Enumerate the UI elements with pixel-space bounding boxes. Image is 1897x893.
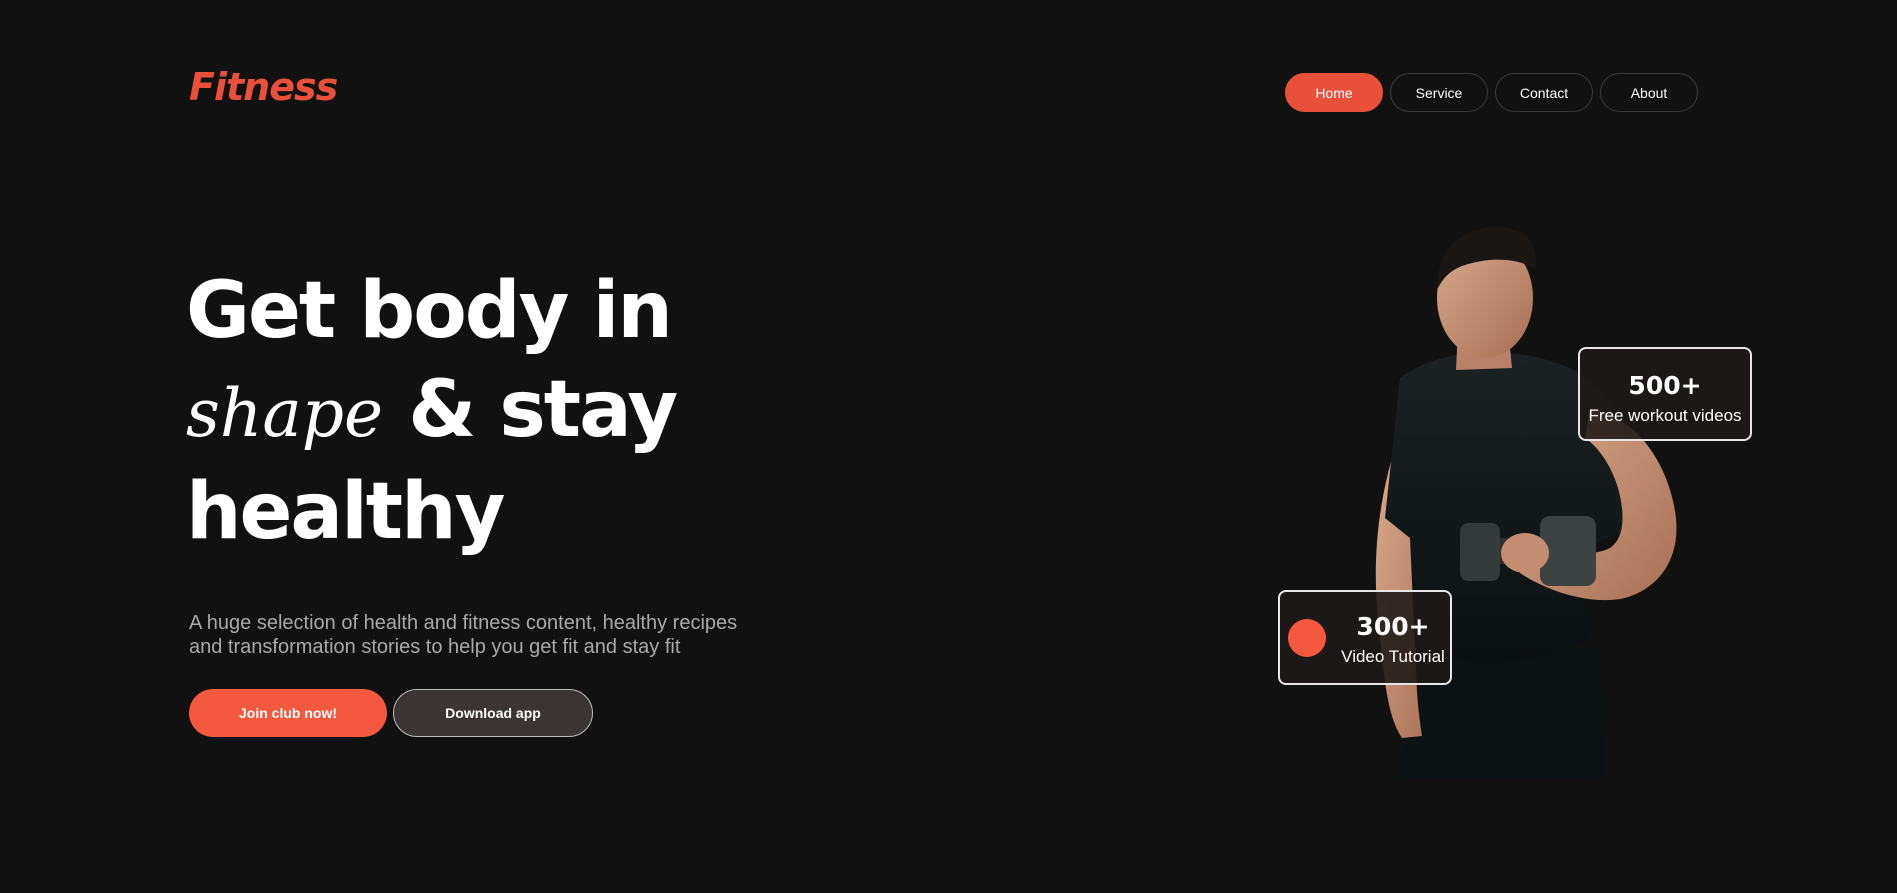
brand-logo[interactable]: Fitness <box>189 68 338 106</box>
free-videos-stat-card: 500+ Free workout videos <box>1578 347 1752 441</box>
main-nav: Home Service Contact About <box>1285 73 1698 112</box>
nav-about-button[interactable]: About <box>1600 73 1698 112</box>
headline-script-word: shape <box>186 375 384 452</box>
hero-subtitle: A huge selection of health and fitness c… <box>189 611 809 659</box>
headline-line-1: Get body in <box>186 266 673 356</box>
video-tutorial-count: 300+ <box>1356 612 1430 641</box>
free-videos-label: Free workout videos <box>1588 406 1742 425</box>
free-videos-count: 500+ <box>1628 371 1702 400</box>
nav-contact-button[interactable]: Contact <box>1495 73 1593 112</box>
nav-service-button[interactable]: Service <box>1390 73 1488 112</box>
orange-dot-icon <box>1288 619 1326 657</box>
headline-line-2-rest: & stay <box>383 365 678 455</box>
video-tutorial-stat-card: 300+ Video Tutorial <box>1278 590 1452 685</box>
athlete-with-dumbbell-photo <box>1375 227 1677 778</box>
download-app-button[interactable]: Download app <box>393 689 593 737</box>
join-club-button[interactable]: Join club now! <box>189 689 387 737</box>
nav-home-button[interactable]: Home <box>1285 73 1383 112</box>
headline-line-2: shape & stay <box>186 361 678 463</box>
video-tutorial-label: Video Tutorial <box>1341 647 1445 666</box>
subtitle-line-2: and transformation stories to help you g… <box>189 636 681 658</box>
hero-headline: Get body in shape & stay healthy <box>186 262 678 562</box>
headline-line-3: healthy <box>186 467 505 557</box>
subtitle-line-1: A huge selection of health and fitness c… <box>189 612 738 634</box>
